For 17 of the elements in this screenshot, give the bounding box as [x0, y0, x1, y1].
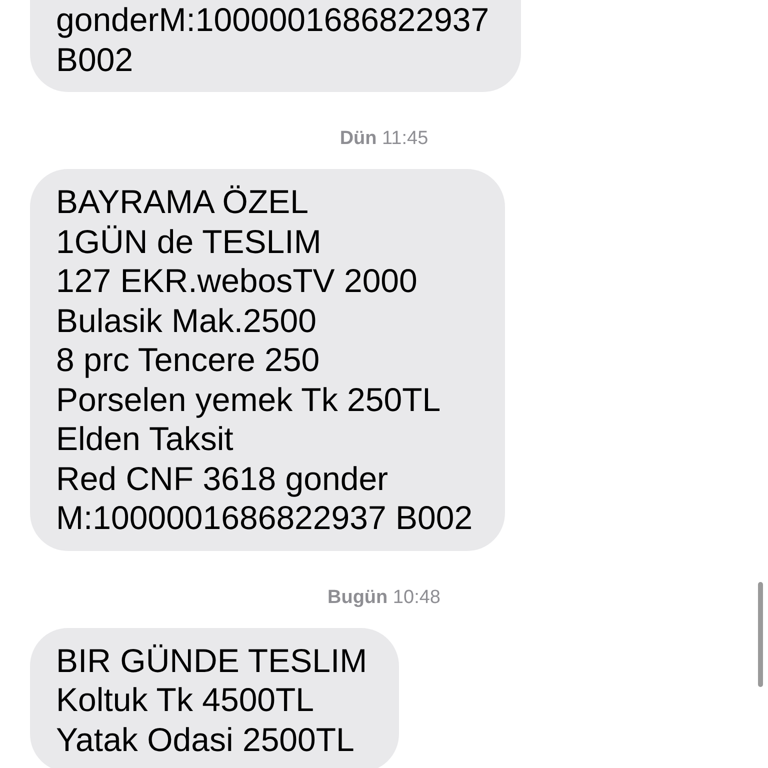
message-text: gonderM:1000001686822937	[56, 0, 490, 40]
message-text: Koltuk Tk 4500TL	[56, 680, 316, 720]
message-timestamp: Bugün 10:48	[328, 586, 440, 608]
message-text: Yatak Odasi 2500TL	[56, 720, 356, 759]
message-text: B002	[56, 40, 134, 79]
message-text: 127 EKR.webosTV 2000	[56, 261, 418, 300]
message-text: Elden Taksit	[56, 419, 234, 458]
message-text: Bulasik Mak.2500	[56, 300, 318, 340]
message-text: 8 prc Tencere 250	[56, 340, 321, 380]
message-text: Porselen yemek Tk 250TL	[56, 380, 442, 419]
message-text: BIR GÜNDE TESLIM	[56, 640, 368, 680]
message-timestamp: Dün 11:45	[340, 128, 428, 149]
message-text: M:1000001686822937 B002	[56, 498, 473, 538]
message-text: Red CNF 3618 gonder	[56, 458, 390, 498]
message-text: BAYRAMA ÖZEL	[56, 182, 310, 222]
scroll-bar[interactable]	[758, 582, 763, 687]
message-text: 1GÜN de TESLIM	[56, 222, 322, 261]
